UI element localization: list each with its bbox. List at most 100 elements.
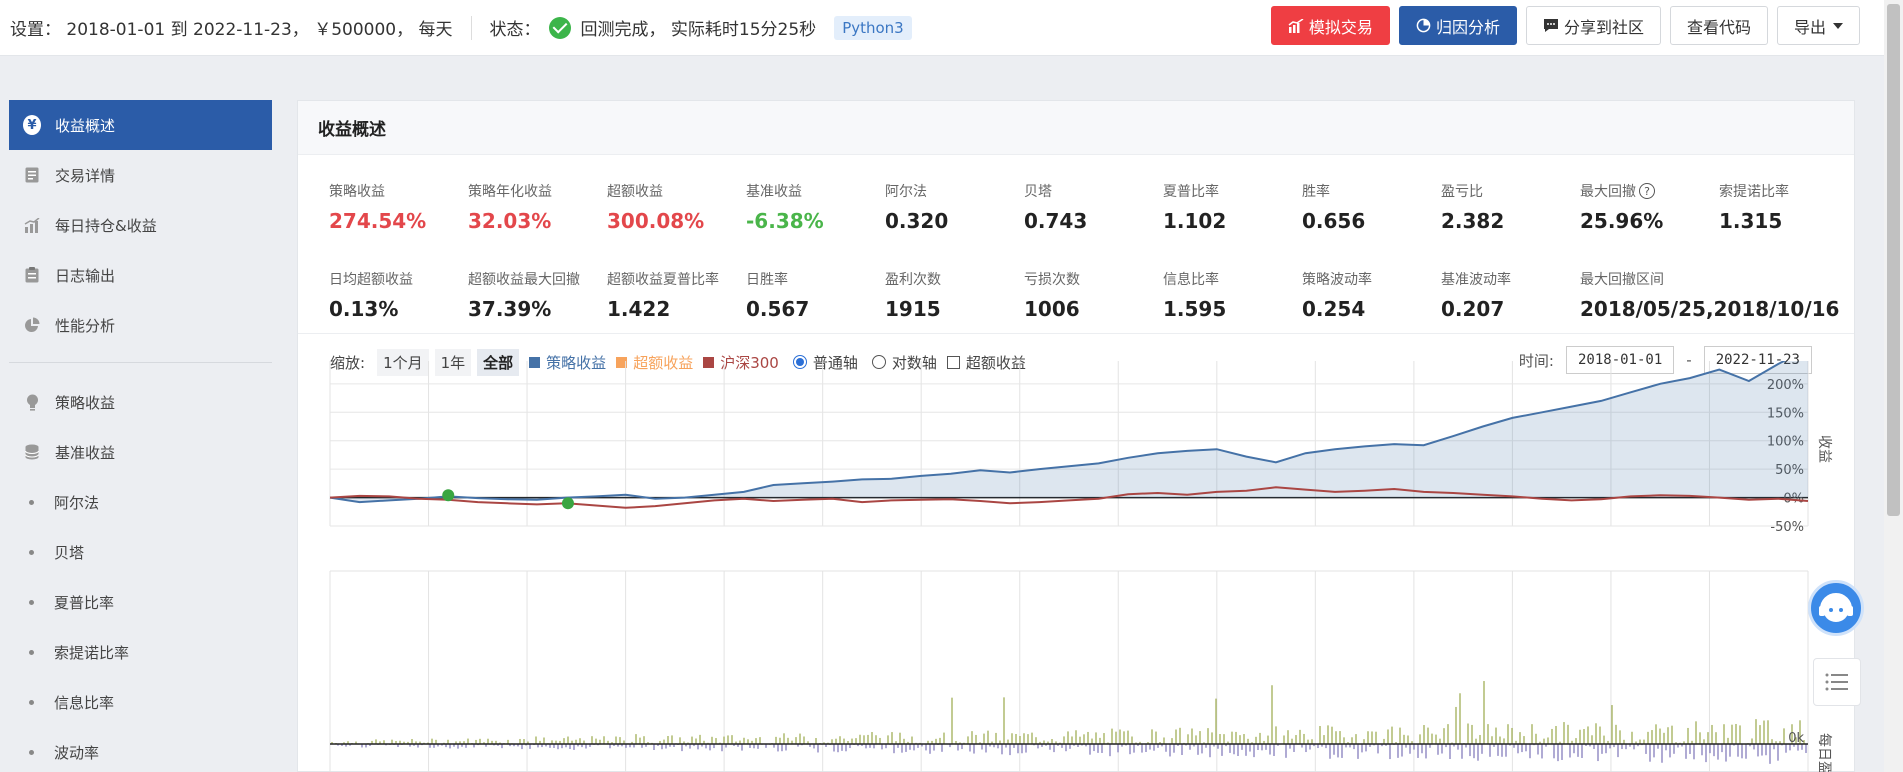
sidebar-item-strategy-return[interactable]: 策略收益 xyxy=(9,377,272,427)
sidebar-item-daily-positions[interactable]: 每日持仓&收益 xyxy=(9,200,272,250)
metric-value: 1006 xyxy=(1024,297,1080,321)
sidebar-subitem-label: 贝塔 xyxy=(54,543,85,562)
metric-cell: 基准收益 -6.38% xyxy=(746,155,885,243)
metric-value: 1.102 xyxy=(1163,209,1227,233)
python-badge: Python3 xyxy=(834,15,912,40)
page-scrollbar[interactable] xyxy=(1884,0,1903,772)
metric-cell: 盈亏比 2.382 xyxy=(1441,155,1580,243)
metric-cell: 胜率 0.656 xyxy=(1302,155,1441,243)
bulb-icon xyxy=(23,393,41,411)
document-icon xyxy=(23,166,41,184)
metric-label-text: 夏普比率 xyxy=(1163,184,1219,200)
sidebar-divider xyxy=(9,362,272,363)
check-circle-icon xyxy=(548,16,571,39)
metric-value: 1.422 xyxy=(607,297,671,321)
sidebar-item-label: 收益概述 xyxy=(55,116,116,135)
metric-value: 0.320 xyxy=(885,209,949,233)
help-icon[interactable]: ? xyxy=(1639,183,1655,199)
sidebar-subitem-sharpe[interactable]: 夏普比率 xyxy=(9,577,272,627)
metric-value: 2018/05/25,2018/10/16 xyxy=(1580,297,1840,321)
sidebar-subitem-beta[interactable]: 贝塔 xyxy=(9,527,272,577)
metric-value: 300.08% xyxy=(607,209,705,233)
metric-value: 32.03% xyxy=(468,209,552,233)
metric-label-text: 基准收益 xyxy=(746,184,802,200)
returns-chart[interactable]: -50%0%50%100%150%200%250%收益0k每日盈亏 xyxy=(298,361,1856,772)
metric-value: 0.743 xyxy=(1024,209,1088,233)
metric-cell: 盈利次数 1915 xyxy=(885,243,1024,331)
metric-label-text: 日胜率 xyxy=(746,272,788,288)
sidebar-subitem-volatility[interactable]: 波动率 xyxy=(9,727,272,772)
caret-down-icon xyxy=(1833,22,1843,29)
strategy-area xyxy=(330,361,1808,503)
metric-label: 基准收益 xyxy=(746,181,885,201)
metric-label-text: 超额收益夏普比率 xyxy=(607,272,719,288)
metric-label-text: 策略年化收益 xyxy=(468,184,552,200)
metric-label: 阿尔法 xyxy=(885,181,1024,201)
metric-value: 1.315 xyxy=(1719,209,1783,233)
sidebar-item-trade-details[interactable]: 交易详情 xyxy=(9,150,272,200)
metric-label: 夏普比率 xyxy=(1163,181,1302,201)
sidebar-subitem-alpha[interactable]: 阿尔法 xyxy=(9,477,272,527)
view-code-button[interactable]: 查看代码 xyxy=(1669,6,1768,45)
metric-label-text: 超额收益最大回撤 xyxy=(468,272,580,288)
metric-cell: 最大回撤? 25.96% xyxy=(1580,155,1719,243)
metric-cell: 亏损次数 1006 xyxy=(1024,243,1163,331)
metric-label-text: 策略波动率 xyxy=(1302,272,1372,288)
metric-label-text: 日均超额收益 xyxy=(329,272,413,288)
metric-label-text: 盈利次数 xyxy=(885,272,941,288)
yen-icon: ¥ xyxy=(23,115,41,135)
metric-cell: 信息比率 1.595 xyxy=(1163,243,1302,331)
backtest-settings: 设置： 2018-01-01 到 2022-11-23， ￥500000， 每天 xyxy=(10,20,453,40)
pie-icon xyxy=(23,316,41,334)
metric-label: 盈亏比 xyxy=(1441,181,1580,201)
clipboard-icon xyxy=(23,266,41,284)
sidebar-item-overview[interactable]: ¥ 收益概述 xyxy=(9,100,272,150)
metric-label: 超额收益 xyxy=(607,181,746,201)
attribution-analysis-button[interactable]: 归因分析 xyxy=(1398,6,1517,45)
metric-cell: 超额收益夏普比率 1.422 xyxy=(607,243,746,331)
metric-cell: 日胜率 0.567 xyxy=(746,243,885,331)
metric-cell: 最大回撤区间 2018/05/25,2018/10/16 xyxy=(1580,243,1840,331)
metric-cell: 日均超额收益 0.13% xyxy=(329,243,468,331)
metric-value: 25.96% xyxy=(1580,209,1664,233)
sidebar-subitem-sortino[interactable]: 索提诺比率 xyxy=(9,627,272,677)
metric-label: 基准波动率 xyxy=(1441,269,1580,289)
metric-value: 1.595 xyxy=(1163,297,1227,321)
metric-label: 盈利次数 xyxy=(885,269,1024,289)
scrollbar-thumb[interactable] xyxy=(1887,4,1900,516)
sidebar-subitem-information-ratio[interactable]: 信息比率 xyxy=(9,677,272,727)
y-axis-label: 每日盈亏 xyxy=(1816,733,1832,772)
list-menu-button[interactable] xyxy=(1813,658,1861,706)
sidebar-item-label: 每日持仓&收益 xyxy=(55,216,157,235)
metric-label: 最大回撤区间 xyxy=(1580,269,1719,289)
export-dropdown-button[interactable]: 导出 xyxy=(1776,6,1860,45)
view-code-label: 查看代码 xyxy=(1686,17,1751,37)
metric-label: 贝塔 xyxy=(1024,181,1163,201)
share-to-community-button[interactable]: 分享到社区 xyxy=(1525,6,1661,45)
bullet-icon xyxy=(29,599,34,605)
metric-label: 信息比率 xyxy=(1163,269,1302,289)
metric-label: 胜率 xyxy=(1302,181,1441,201)
top-bar: 设置： 2018-01-01 到 2022-11-23， ￥500000， 每天… xyxy=(0,0,1903,56)
sidebar-item-benchmark-return[interactable]: 基准收益 xyxy=(9,427,272,477)
overview-panel: 收益概述 策略收益 274.54% 策略年化收益 32.03% 超额收益 300.08% 基… xyxy=(297,100,1855,772)
customer-service-button[interactable] xyxy=(1808,580,1864,636)
database-icon xyxy=(23,443,41,461)
metric-label: 超额收益最大回撤 xyxy=(468,269,607,289)
attribution-analysis-label: 归因分析 xyxy=(1435,17,1500,37)
chart-up-icon xyxy=(1288,18,1304,33)
sidebar-item-log-output[interactable]: 日志输出 xyxy=(9,250,272,300)
headset-icon xyxy=(1819,593,1853,622)
sidebar-item-label: 基准收益 xyxy=(55,443,116,462)
metric-value: 0.207 xyxy=(1441,297,1505,321)
bar-chart-icon xyxy=(23,216,41,234)
metric-label-text: 阿尔法 xyxy=(885,184,927,200)
y-tick-label: -50% xyxy=(1770,520,1804,535)
divider xyxy=(470,15,472,40)
sidebar-item-performance[interactable]: 性能分析 xyxy=(9,300,272,350)
status-label: 状态： xyxy=(489,20,541,40)
simulate-trade-button[interactable]: 模拟交易 xyxy=(1270,6,1390,45)
metric-label: 最大回撤? xyxy=(1580,181,1719,201)
sidebar-subitem-label: 索提诺比率 xyxy=(54,643,130,662)
status-text: 回测完成， 实际耗时15分25秒 xyxy=(580,20,817,40)
